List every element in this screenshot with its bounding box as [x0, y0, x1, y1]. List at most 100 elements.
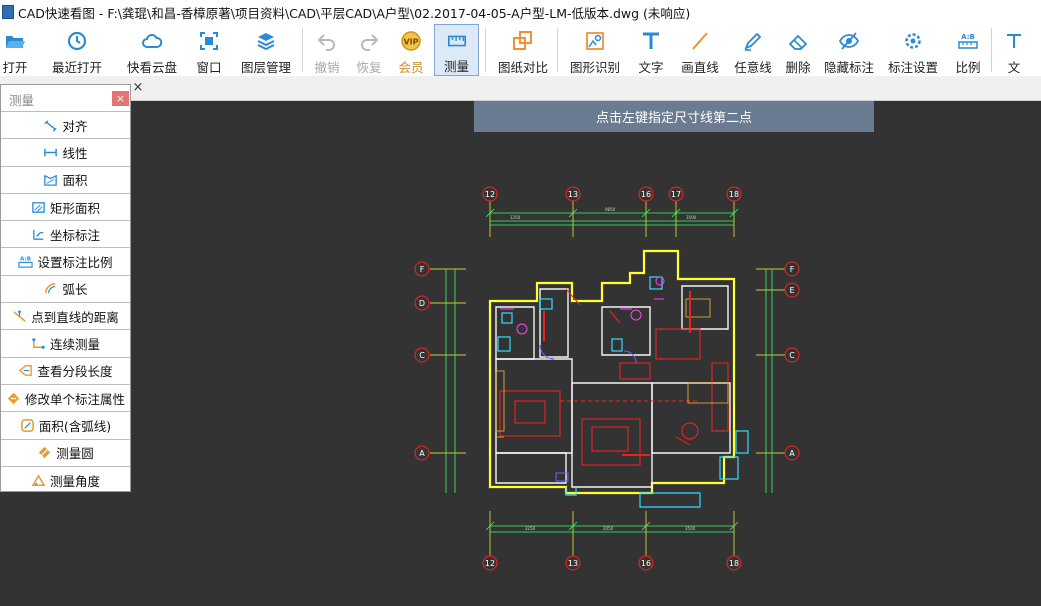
measure-edit-dimension-button[interactable]: 修改单个标注属性: [1, 383, 130, 411]
svg-text:D: D: [419, 299, 425, 308]
measure-angle-button[interactable]: 测量角度: [1, 465, 130, 493]
svg-text:12: 12: [485, 190, 495, 199]
svg-text:E: E: [789, 286, 794, 295]
doors-blue: [539, 344, 637, 482]
measure-circle-button[interactable]: 测量圆: [1, 438, 130, 466]
svg-text:17: 17: [671, 190, 681, 199]
toolbar-cloud-button[interactable]: 快看云盘: [124, 24, 180, 76]
svg-text:VIP: VIP: [403, 38, 418, 47]
panel-header[interactable]: 测量 ×: [1, 85, 130, 111]
svg-text:A:B: A:B: [961, 33, 975, 41]
toolbar-hide-dimension-button[interactable]: 隐藏标注: [821, 24, 877, 76]
toolbar-redo-button[interactable]: 恢复: [354, 24, 384, 76]
measure-arc-length-button[interactable]: 弧长: [1, 274, 130, 302]
measure-arc-area-button[interactable]: 面积(含弧线): [1, 411, 130, 438]
measure-align-button[interactable]: 对齐: [1, 111, 130, 138]
fixtures-cyan: [497, 276, 749, 508]
toolbar-open-button[interactable]: 打开: [0, 24, 30, 76]
svg-text:16: 16: [641, 559, 651, 568]
tab-close-button[interactable]: ×: [130, 81, 146, 96]
measure-rect-area-button[interactable]: 矩形面积: [1, 192, 130, 220]
toolbar-text-more-button[interactable]: 文: [1002, 24, 1026, 76]
svg-text:A: A: [789, 449, 795, 458]
svg-text:A:B: A:B: [21, 257, 32, 263]
main-toolbar: 打开 最近打开 快看云盘 窗口 图层管理 撤销 恢复 VIP 会员 测量 图纸对…: [0, 24, 1041, 76]
toolbar-separator: [557, 28, 558, 72]
align-measure-icon: [44, 119, 58, 132]
svg-text:12: 12: [485, 559, 495, 568]
measure-point-line-button[interactable]: 点到直线的距离: [1, 302, 130, 329]
toolbar-measure-button[interactable]: 测量: [434, 24, 479, 76]
svg-text:3250: 3250: [525, 526, 536, 531]
grid-bubbles: [414, 186, 800, 571]
segment-length-icon: [19, 365, 33, 377]
svg-text:F: F: [790, 265, 795, 274]
svg-text:16: 16: [641, 190, 651, 199]
svg-text:13: 13: [568, 190, 578, 199]
toolbar-separator: [991, 28, 992, 72]
toolbar-delete-button[interactable]: 删除: [783, 24, 813, 76]
toolbar-text-button[interactable]: 文字: [636, 24, 666, 76]
fixtures-magenta: [500, 276, 665, 335]
settings-gear-icon: [905, 33, 921, 49]
vip-badge-icon: VIP: [401, 31, 421, 51]
toolbar-window-button[interactable]: 窗口: [194, 24, 224, 76]
svg-text:18: 18: [729, 559, 739, 568]
area-icon: [44, 174, 58, 187]
measure-area-button[interactable]: 面积: [1, 165, 130, 193]
walls-outer: [488, 249, 736, 495]
toolbar-compare-button[interactable]: 图纸对比: [495, 24, 551, 76]
folder-open-icon: [6, 36, 25, 48]
toolbar-separator: [302, 28, 303, 72]
panel-close-button[interactable]: ×: [112, 91, 129, 106]
pencil-icon: [744, 32, 762, 51]
title-bar: CAD快速看图 - F:\龚琨\和昌-香樟原著\项目资料\CAD\平层CAD\A…: [0, 0, 1041, 24]
svg-text:A: A: [419, 449, 425, 458]
fixtures-orange: [495, 298, 729, 438]
toolbar-undo-button[interactable]: 撤销: [312, 24, 342, 76]
rect-area-icon: [32, 201, 45, 213]
redo-icon: [361, 34, 379, 51]
measure-segment-length-button[interactable]: 查看分段长度: [1, 356, 130, 384]
toolbar-dimension-settings-button[interactable]: 标注设置: [885, 24, 941, 76]
toolbar-line-button[interactable]: 画直线: [679, 24, 721, 76]
toolbar-layers-button[interactable]: 图层管理: [238, 24, 294, 76]
window-focus-icon: [200, 32, 218, 50]
toolbar-vip-button[interactable]: VIP 会员: [396, 24, 426, 76]
toolbar-scale-button[interactable]: A:B 比例: [953, 24, 983, 76]
walls-red-accent: [543, 291, 691, 456]
panel-title: 测量: [9, 93, 35, 108]
ruler-icon: [447, 35, 466, 47]
floor-plan-drawing: 1250 9850 3500 3250 2050 3500 12 13 16 17 18…: [414, 186, 800, 571]
edit-dimension-icon: [7, 392, 20, 404]
toolbar-freehand-button[interactable]: 任意线: [732, 24, 774, 76]
angle-icon: [31, 473, 46, 486]
measure-set-scale-button[interactable]: A:B 设置标注比例: [1, 247, 130, 274]
text-t-icon: [643, 32, 659, 49]
scale-ab-icon: A:B: [958, 33, 978, 49]
continuous-measure-icon: [32, 338, 45, 349]
grid-lines: [430, 201, 790, 557]
svg-text:C: C: [419, 351, 425, 360]
eraser-icon: [788, 34, 808, 50]
clock-history-icon: [67, 31, 87, 51]
shape-recognition-icon: [586, 32, 604, 50]
circle-measure-icon: [39, 447, 51, 459]
grid-bubble-labels: 12 13 16 17 18 12 13 16 18 F D C A F E C…: [419, 190, 795, 568]
drawing-canvas[interactable]: 1250 9850 3500 3250 2050 3500 12 13 16 17 18…: [0, 101, 1041, 606]
undo-icon: [317, 34, 335, 51]
toolbar-recent-button[interactable]: 最近打开: [42, 24, 112, 76]
measure-continuous-button[interactable]: 连续测量: [1, 329, 130, 356]
svg-text:3500: 3500: [685, 526, 696, 531]
window-title: CAD快速看图 - F:\龚琨\和昌-香樟原著\项目资料\CAD\平层CAD\A…: [18, 5, 691, 21]
cloud-icon: [142, 33, 163, 48]
walls-inner: [495, 285, 731, 488]
toolbar-separator: [485, 28, 486, 72]
arc-length-icon: [45, 283, 56, 294]
measure-coordinate-button[interactable]: 坐标标注: [1, 220, 130, 247]
toolbar-recognize-button[interactable]: 图形识别: [567, 24, 623, 76]
svg-text:C: C: [789, 351, 795, 360]
measure-linear-button[interactable]: 线性: [1, 138, 130, 165]
command-prompt: 点击左键指定尺寸线第二点: [474, 101, 874, 132]
svg-text:13: 13: [568, 559, 578, 568]
